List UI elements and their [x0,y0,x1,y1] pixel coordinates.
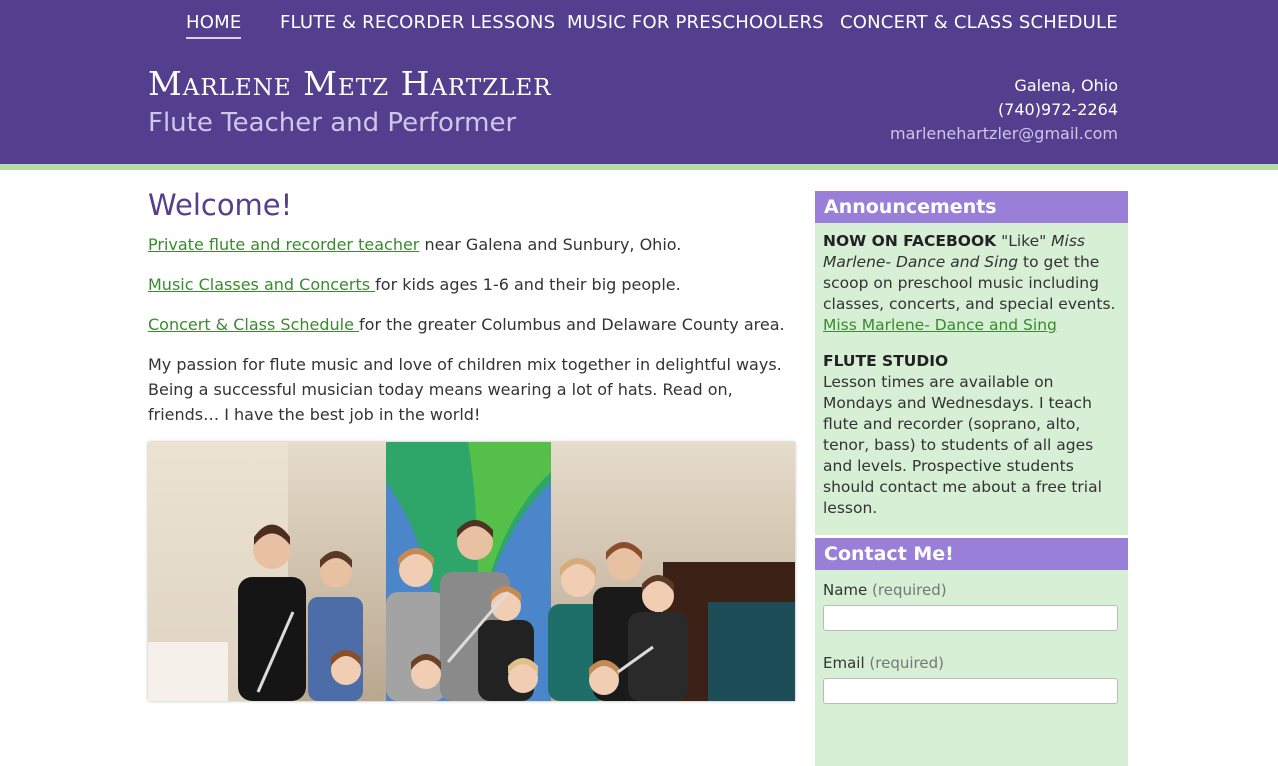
main-content: Welcome! Private flute and recorder teac… [148,186,796,424]
announcements-widget: Announcements NOW ON FACEBOOK "Like" Mis… [815,191,1128,535]
nav-item-music-for-preschoolers[interactable]: MUSIC FOR PRESCHOOLERS [567,12,824,33]
classes-text: for kids ages 1-6 and their big people. [375,275,681,294]
intro-paragraph-classes: Music Classes and Concerts for kids ages… [148,272,681,297]
lessons-link[interactable]: Private flute and recorder teacher [148,235,419,254]
page-heading: Welcome! [148,188,293,222]
passion-paragraph: My passion for flute music and love of c… [148,355,782,424]
facebook-announcement: NOW ON FACEBOOK "Like" Miss Marlene- Dan… [823,231,1120,336]
email-label-text: Email [823,654,865,672]
location-text: Galena, Ohio [1014,76,1118,95]
phone-text: (740)972-2264 [997,100,1118,119]
main-navigation: HOME FLUTE & RECORDER LESSONS MUSIC FOR … [0,12,1278,42]
email-field[interactable] [823,678,1118,704]
email-field-label: Email (required) [823,653,1120,674]
intro-paragraph-schedule: Concert & Class Schedule for the greater… [148,312,785,337]
site-title[interactable]: Marlene Metz Hartzler [148,64,552,103]
name-field-label: Name (required) [823,580,1120,601]
contact-form-body: Name (required) Email (required) [815,570,1128,766]
nav-item-flute-recorder-lessons[interactable]: FLUTE & RECORDER LESSONS [280,12,555,33]
email-required-note: (required) [869,654,944,672]
name-label-text: Name [823,581,868,599]
announcements-body: NOW ON FACEBOOK "Like" Miss Marlene- Dan… [815,223,1128,535]
schedule-text: for the greater Columbus and Delaware Co… [359,315,785,334]
contact-form-widget: Contact Me! Name (required) Email (requi… [815,538,1128,766]
header-divider [0,164,1278,170]
nav-item-home[interactable]: HOME [186,12,242,39]
schedule-link[interactable]: Concert & Class Schedule [148,315,359,334]
students-group-photo [148,442,795,701]
name-required-note: (required) [872,581,947,599]
nav-item-concert-class-schedule[interactable]: CONCERT & CLASS SCHEDULE [840,12,1118,33]
name-field[interactable] [823,605,1118,631]
intro-paragraph-lessons: Private flute and recorder teacher near … [148,232,681,257]
email-link[interactable]: marlenehartzler@gmail.com [890,122,1118,146]
facebook-page-link[interactable]: Miss Marlene- Dance and Sing [823,316,1057,334]
announcements-title: Announcements [815,191,1128,223]
site-subtitle: Flute Teacher and Performer [148,108,517,138]
flute-studio-announcement: FLUTE STUDIO Lesson times are available … [823,351,1120,519]
facebook-text-1: "Like" [996,232,1052,250]
contact-form-title: Contact Me! [815,538,1128,570]
flute-studio-text: Lesson times are available on Mondays an… [823,373,1102,517]
lessons-text: near Galena and Sunbury, Ohio. [419,235,682,254]
header-contact-info: Galena, Ohio (740)972-2264 marlenehartzl… [890,74,1118,146]
classes-link[interactable]: Music Classes and Concerts [148,275,375,294]
facebook-heading: NOW ON FACEBOOK [823,232,997,250]
flute-studio-heading: FLUTE STUDIO [823,352,949,370]
